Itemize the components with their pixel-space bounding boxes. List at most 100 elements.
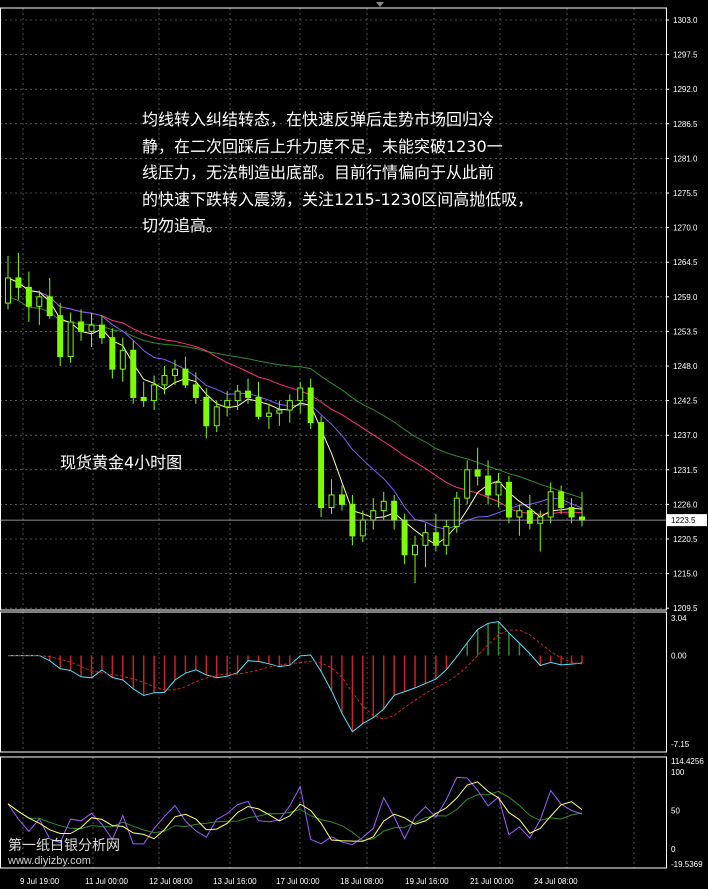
candle-body bbox=[276, 409, 283, 414]
candle-body bbox=[558, 491, 565, 509]
macd-panel-frame bbox=[0, 611, 667, 753]
macd-signal-line bbox=[8, 629, 583, 720]
candle-body bbox=[255, 396, 262, 417]
price-tick-label: 1281.0 bbox=[673, 154, 698, 163]
candle-body bbox=[568, 507, 575, 518]
analysis-annotation: 均线转入纠结转态，在快速反弹后走势市场回归冷 静，在二次回踩后上升力度不足，未能… bbox=[142, 107, 642, 240]
price-tick-label: 1297.5 bbox=[673, 51, 698, 60]
time-tick-label: 18 Jul 08:00 bbox=[340, 877, 384, 886]
watermark-name: 第一纸白银分析网 bbox=[8, 838, 120, 854]
price-tick-label: 1215.0 bbox=[673, 570, 698, 579]
candle-body bbox=[443, 525, 450, 546]
time-tick-label: 19 Jul 16:00 bbox=[405, 877, 449, 886]
candle-body bbox=[485, 475, 492, 496]
candle-body bbox=[464, 469, 471, 499]
candle-body bbox=[203, 396, 210, 427]
macd-main-line bbox=[8, 621, 583, 733]
candle-body bbox=[265, 412, 272, 417]
candle-body bbox=[5, 277, 11, 304]
price-tick-label: 1226.0 bbox=[673, 500, 698, 509]
candle-body bbox=[171, 368, 178, 376]
candle-body bbox=[130, 349, 137, 398]
candle-body bbox=[495, 481, 502, 496]
stoch-tick-label: -19.5369 bbox=[671, 860, 703, 869]
price-tick-label: 1220.5 bbox=[673, 535, 698, 544]
price-tick-label: 1275.5 bbox=[673, 189, 698, 198]
stoch-tick-label: 100 bbox=[671, 768, 685, 777]
candle-body bbox=[453, 497, 460, 527]
candle-body bbox=[46, 296, 53, 317]
candle-body bbox=[338, 494, 345, 505]
candle-body bbox=[412, 544, 419, 556]
price-panel-frame bbox=[0, 7, 667, 611]
candle-body bbox=[98, 324, 105, 339]
candle-body bbox=[547, 491, 554, 518]
candle-body bbox=[109, 337, 116, 370]
candle-body bbox=[474, 469, 481, 477]
time-tick-label: 9 Jul 19:00 bbox=[20, 877, 60, 886]
stoch-tick-label: 114.4256 bbox=[671, 757, 704, 766]
annotation-line-2: 静，在二次回踩后上升力度不足，未能突破1230一 bbox=[142, 136, 503, 156]
annotation-line-5: 切勿追高。 bbox=[142, 216, 223, 235]
candle-body bbox=[67, 321, 74, 358]
candle-body bbox=[505, 481, 512, 518]
candle-body bbox=[234, 390, 241, 402]
annotation-line-1: 均线转入纠结转态，在快速反弹后走势市场回归冷 bbox=[142, 110, 495, 129]
price-tick-label: 1264.5 bbox=[673, 258, 698, 267]
candle-body bbox=[78, 321, 85, 332]
candle-body bbox=[224, 400, 231, 408]
candle-body bbox=[432, 532, 439, 546]
chart-subtitle: 现货黄金4小时图 bbox=[60, 453, 183, 472]
price-tick-label: 1248.0 bbox=[673, 362, 698, 371]
candle-body bbox=[318, 422, 325, 509]
time-tick-label: 13 Jul 16:00 bbox=[213, 877, 257, 886]
candle-body bbox=[401, 519, 408, 556]
candle-body bbox=[422, 532, 429, 546]
macd-tick-label: -7.15 bbox=[671, 740, 690, 749]
price-tick-label: 1237.0 bbox=[673, 431, 698, 440]
candlesticks bbox=[5, 252, 585, 584]
candle-body bbox=[286, 400, 293, 411]
time-tick-label: 24 Jul 08:00 bbox=[534, 877, 578, 886]
time-tick-label: 12 Jul 08:00 bbox=[149, 877, 193, 886]
scroll-marker-icon bbox=[376, 2, 384, 7]
candle-body bbox=[380, 500, 387, 512]
candle-body bbox=[213, 406, 220, 427]
candle-body bbox=[161, 374, 168, 386]
candle-body bbox=[36, 296, 43, 307]
candle-body bbox=[245, 390, 252, 398]
price-tick-label: 1270.0 bbox=[673, 224, 698, 233]
candle-body bbox=[359, 519, 366, 537]
annotation-line-4: 的快速下跌转入震荡，关注1215-1230区间高抛低吸， bbox=[142, 189, 534, 209]
price-tick-label: 1259.0 bbox=[673, 293, 698, 302]
candle-body bbox=[25, 286, 32, 307]
candle-body bbox=[370, 510, 377, 521]
candle-body bbox=[192, 384, 199, 398]
time-tick-label: 17 Jul 00:00 bbox=[276, 877, 320, 886]
price-tick-label: 1209.5 bbox=[673, 604, 698, 613]
watermark-url: www.diyizby.com bbox=[8, 855, 91, 867]
candle-body bbox=[182, 368, 189, 386]
candle-body bbox=[88, 324, 95, 332]
candle-body bbox=[151, 384, 158, 402]
candle-body bbox=[140, 396, 147, 402]
current-price-label: 1223.5 bbox=[671, 516, 696, 525]
candle-body bbox=[516, 510, 523, 518]
stoch-tick-label: 50 bbox=[671, 807, 680, 816]
candle-body bbox=[119, 349, 126, 370]
macd-tick-label: 3.04 bbox=[671, 614, 687, 623]
price-tick-label: 1292.0 bbox=[673, 85, 698, 94]
candle-body bbox=[579, 516, 585, 521]
price-tick-label: 1303.0 bbox=[673, 16, 698, 25]
price-tick-label: 1286.5 bbox=[673, 120, 698, 129]
candle-body bbox=[15, 277, 22, 288]
annotation-line-3: 线压力，无法制造出底部。目前行情偏向于从此前 bbox=[142, 163, 495, 182]
candle-body bbox=[328, 494, 335, 509]
price-tick-label: 1231.5 bbox=[673, 466, 698, 475]
price-tick-label: 1242.5 bbox=[673, 397, 698, 406]
time-tick-label: 11 Jul 00:00 bbox=[85, 877, 129, 886]
time-tick-label: 21 Jul 00:00 bbox=[470, 877, 514, 886]
candle-body bbox=[57, 315, 64, 358]
candle-body bbox=[297, 387, 304, 402]
macd-tick-label: 0.00 bbox=[671, 652, 687, 661]
